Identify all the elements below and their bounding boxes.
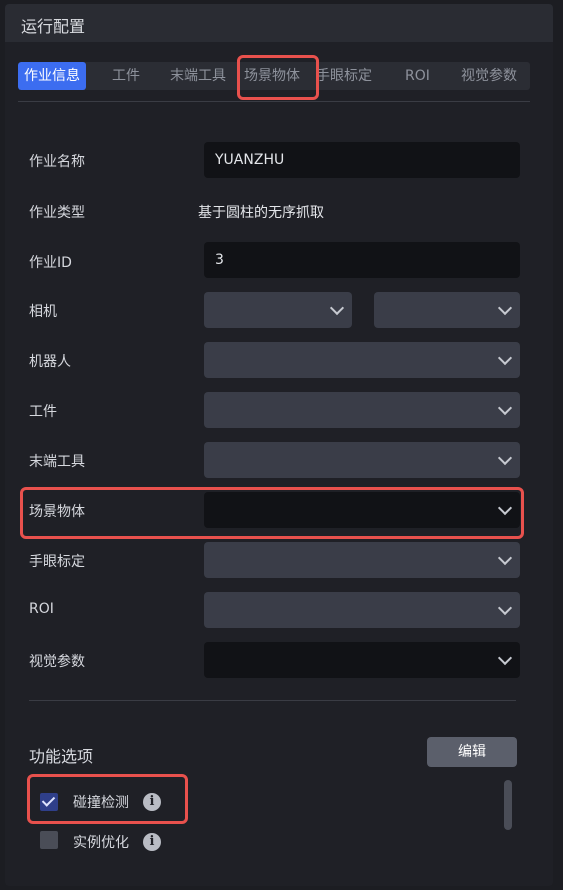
section-divider	[29, 700, 516, 701]
tab-job-info[interactable]: 作业信息	[18, 62, 86, 90]
camera-select-primary[interactable]	[204, 292, 352, 328]
robot-select[interactable]	[204, 342, 520, 378]
tab-end-tool[interactable]: 末端工具	[170, 62, 226, 90]
tab-workpiece[interactable]: 工件	[112, 62, 140, 90]
tabs-divider	[18, 101, 530, 102]
roi-select[interactable]	[204, 592, 520, 628]
camera-select-secondary[interactable]	[374, 292, 520, 328]
robot-label: 机器人	[29, 354, 71, 370]
chevron-down-icon	[497, 600, 513, 616]
options-scrollbar[interactable]	[504, 780, 512, 830]
job-id-label: 作业ID	[29, 255, 72, 271]
vision-params-label: 视觉参数	[29, 654, 85, 670]
tab-scene-object[interactable]: 场景物体	[244, 62, 300, 90]
info-icon[interactable]: i	[143, 833, 161, 851]
job-name-input[interactable]: YUANZHU	[204, 142, 520, 178]
chevron-down-icon	[329, 300, 345, 316]
info-icon[interactable]: i	[143, 793, 161, 811]
tab-vision-params[interactable]: 视觉参数	[461, 62, 517, 90]
instance-optimization-checkbox[interactable]	[40, 831, 58, 849]
camera-label: 相机	[29, 304, 57, 320]
scene-object-select[interactable]	[204, 492, 520, 528]
collision-detection-label: 碰撞检测	[73, 795, 129, 811]
chevron-down-icon	[497, 550, 513, 566]
workpiece-label: 工件	[29, 404, 57, 420]
chevron-down-icon	[497, 300, 513, 316]
job-name-label: 作业名称	[29, 154, 85, 170]
job-id-input[interactable]: 3	[204, 242, 520, 278]
hand-eye-select[interactable]	[204, 542, 520, 578]
tab-roi[interactable]: ROI	[405, 62, 430, 90]
checkmark-icon	[41, 793, 56, 807]
roi-label: ROI	[29, 601, 54, 617]
panel-header: 运行配置	[5, 4, 553, 42]
tab-hand-eye[interactable]: 手眼标定	[316, 62, 372, 90]
chevron-down-icon	[497, 500, 513, 516]
vision-params-select[interactable]	[204, 642, 520, 678]
edit-button[interactable]: 编辑	[427, 737, 517, 767]
scene-object-label: 场景物体	[29, 504, 85, 520]
chevron-down-icon	[497, 350, 513, 366]
tab-bar: 作业信息 工件 末端工具 场景物体 手眼标定 ROI 视觉参数	[18, 62, 530, 90]
collision-detection-checkbox[interactable]	[40, 793, 58, 811]
options-title: 功能选项	[29, 747, 94, 766]
panel-title: 运行配置	[21, 17, 86, 36]
end-tool-select[interactable]	[204, 442, 520, 478]
chevron-down-icon	[497, 650, 513, 666]
workpiece-select[interactable]	[204, 392, 520, 428]
instance-optimization-label: 实例优化	[73, 835, 129, 851]
chevron-down-icon	[497, 400, 513, 416]
chevron-down-icon	[497, 450, 513, 466]
end-tool-label: 末端工具	[29, 454, 85, 470]
job-type-value: 基于圆柱的无序抓取	[198, 205, 324, 221]
hand-eye-label: 手眼标定	[29, 554, 85, 570]
job-type-label: 作业类型	[29, 205, 85, 221]
